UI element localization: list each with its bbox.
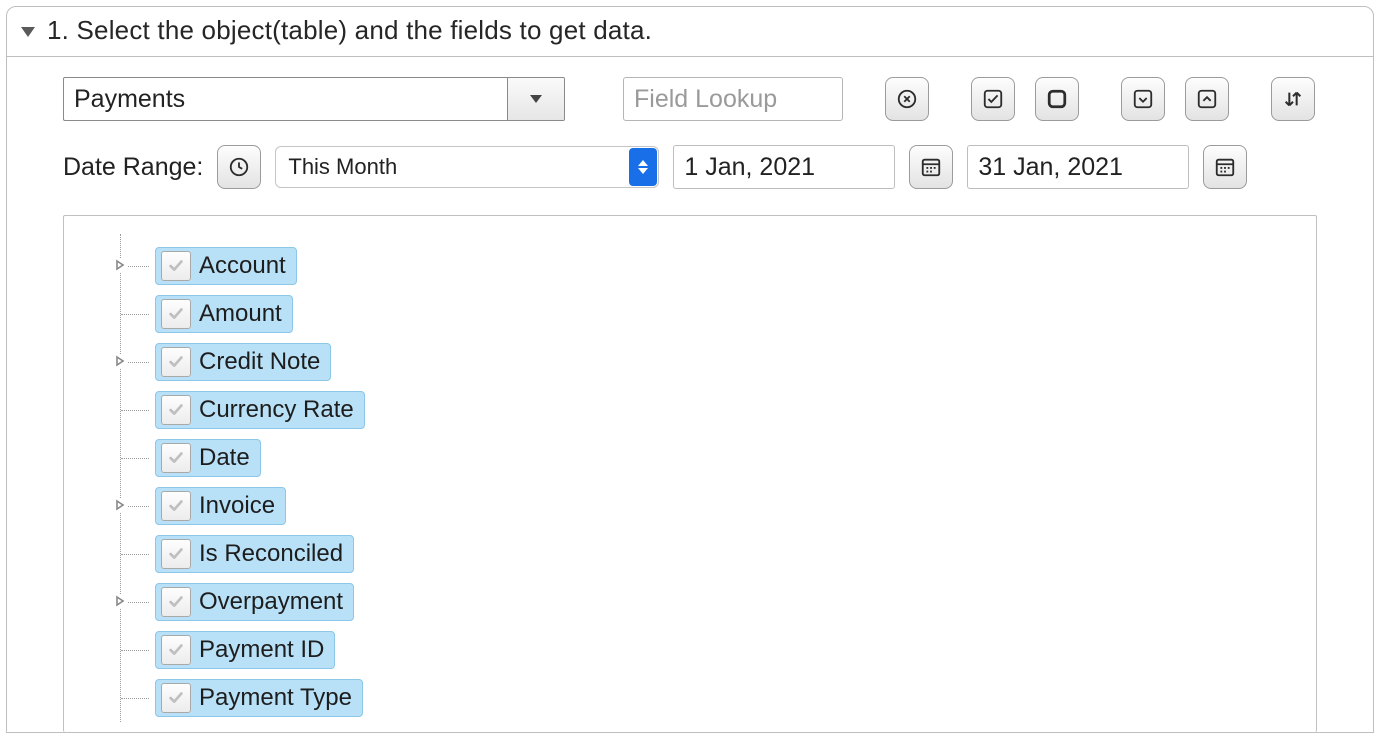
field-tree-item: Payment Type: [121, 674, 1316, 722]
field-label: Payment Type: [199, 684, 352, 712]
field-node[interactable]: Overpayment: [155, 583, 354, 621]
field-checkbox[interactable]: [161, 251, 191, 281]
field-checkbox[interactable]: [161, 443, 191, 473]
field-label: Overpayment: [199, 588, 343, 616]
date-range-preset-value: This Month: [288, 154, 397, 180]
object-combo-value: Payments: [64, 85, 507, 114]
object-toolbar-row: Payments: [63, 77, 1317, 121]
date-from-picker-button[interactable]: [909, 145, 953, 189]
field-tree-item: Credit Note: [121, 338, 1316, 386]
field-checkbox[interactable]: [161, 683, 191, 713]
field-lookup-input[interactable]: [623, 77, 843, 121]
field-label: Account: [199, 252, 286, 280]
date-range-preset-select[interactable]: This Month: [275, 146, 659, 188]
collapse-all-button[interactable]: [1185, 77, 1229, 121]
field-checkbox[interactable]: [161, 347, 191, 377]
sort-button[interactable]: [1271, 77, 1315, 121]
field-label: Credit Note: [199, 348, 320, 376]
chevron-down-icon: [530, 95, 542, 103]
field-label: Currency Rate: [199, 396, 354, 424]
field-checkbox[interactable]: [161, 395, 191, 425]
expand-all-icon: [1132, 88, 1154, 110]
field-tree-item: Currency Rate: [121, 386, 1316, 434]
expand-icon[interactable]: [113, 258, 127, 272]
field-node[interactable]: Date: [155, 439, 261, 477]
expand-icon[interactable]: [113, 594, 127, 608]
field-tree-item: Overpayment: [121, 578, 1316, 626]
select-stepper-icon: [629, 148, 657, 186]
fields-tree[interactable]: Account Amount Credit Note Currency Rate Dat…: [63, 215, 1317, 732]
expand-all-button[interactable]: [1121, 77, 1165, 121]
field-node[interactable]: Invoice: [155, 487, 286, 525]
expand-icon[interactable]: [113, 354, 127, 368]
field-checkbox[interactable]: [161, 299, 191, 329]
field-checkbox[interactable]: [161, 539, 191, 569]
expand-icon[interactable]: [113, 498, 127, 512]
object-combo[interactable]: Payments: [63, 77, 565, 121]
field-checkbox[interactable]: [161, 635, 191, 665]
field-node[interactable]: Payment Type: [155, 679, 363, 717]
field-tree-item: Invoice: [121, 482, 1316, 530]
field-node[interactable]: Is Reconciled: [155, 535, 354, 573]
field-label: Date: [199, 444, 250, 472]
field-label: Invoice: [199, 492, 275, 520]
date-from-input[interactable]: [673, 145, 895, 189]
date-to-input[interactable]: [967, 145, 1189, 189]
calendar-icon: [1214, 156, 1236, 178]
field-label: Amount: [199, 300, 282, 328]
field-tree-item: Is Reconciled: [121, 530, 1316, 578]
field-tree-item: Account: [121, 242, 1316, 290]
panel-body: Payments: [7, 57, 1373, 732]
panel-title: 1. Select the object(table) and the fiel…: [47, 15, 652, 46]
uncheck-all-icon: [1046, 88, 1068, 110]
date-range-row: Date Range: This Month: [63, 145, 1317, 189]
clear-button[interactable]: [885, 77, 929, 121]
field-node[interactable]: Currency Rate: [155, 391, 365, 429]
field-label: Payment ID: [199, 636, 324, 664]
clock-icon: [228, 156, 250, 178]
date-range-label: Date Range:: [63, 153, 203, 182]
calendar-icon: [920, 156, 942, 178]
clock-button[interactable]: [217, 145, 261, 189]
field-checkbox[interactable]: [161, 587, 191, 617]
check-all-button[interactable]: [971, 77, 1015, 121]
field-label: Is Reconciled: [199, 540, 343, 568]
field-node[interactable]: Payment ID: [155, 631, 335, 669]
step-panel: 1. Select the object(table) and the fiel…: [6, 6, 1374, 733]
date-to-picker-button[interactable]: [1203, 145, 1247, 189]
field-node[interactable]: Account: [155, 247, 297, 285]
object-combo-dropdown-button[interactable]: [507, 78, 564, 120]
field-tree-item: Date: [121, 434, 1316, 482]
field-tree-item: Payment ID: [121, 626, 1316, 674]
disclosure-triangle-icon[interactable]: [21, 27, 35, 37]
clear-icon: [896, 88, 918, 110]
field-node[interactable]: Amount: [155, 295, 293, 333]
check-all-icon: [982, 88, 1004, 110]
fields-tree-root: Account Amount Credit Note Currency Rate Dat…: [120, 234, 1316, 722]
field-checkbox[interactable]: [161, 491, 191, 521]
sort-icon: [1282, 88, 1304, 110]
field-node[interactable]: Credit Note: [155, 343, 331, 381]
uncheck-all-button[interactable]: [1035, 77, 1079, 121]
panel-header[interactable]: 1. Select the object(table) and the fiel…: [7, 7, 1373, 57]
collapse-all-icon: [1196, 88, 1218, 110]
field-tree-item: Amount: [121, 290, 1316, 338]
